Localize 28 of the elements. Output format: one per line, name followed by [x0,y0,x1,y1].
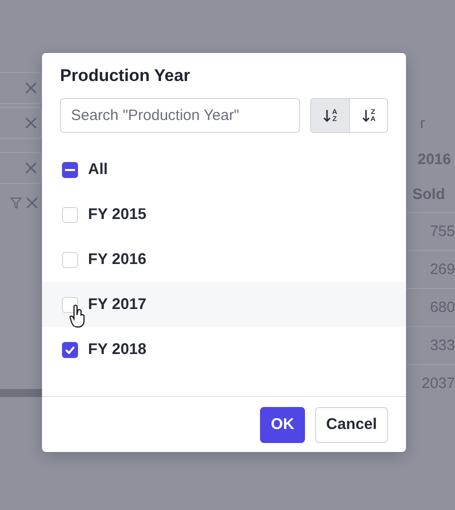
option-label: FY 2018 [88,340,146,358]
ok-button[interactable]: OK [260,406,306,442]
cancel-button[interactable]: Cancel [315,406,388,442]
close-icon[interactable] [25,82,37,94]
minus-icon [65,168,75,170]
option-label: All [88,160,108,178]
close-icon[interactable] [25,117,37,129]
option-row[interactable]: FY 2015 [42,192,406,237]
checkbox[interactable] [62,252,78,268]
option-row[interactable]: FY 2017 [42,282,406,327]
down-arrow-icon [362,108,370,122]
check-icon [65,346,75,354]
close-icon[interactable] [25,162,37,174]
close-icon[interactable] [26,197,38,209]
hand-cursor-icon [69,304,87,328]
scrollbar[interactable] [0,389,42,397]
option-label: FY 2015 [88,206,146,224]
dialog-title: Production Year [60,66,192,86]
option-row[interactable]: FY 2018 [42,327,406,372]
option-row[interactable]: FY 2016 [42,237,406,282]
search-field[interactable]: Search "Production Year" [60,98,300,133]
filter-icon[interactable] [10,197,22,209]
down-arrow-icon [323,108,332,122]
checkbox[interactable] [62,206,78,222]
option-label: FY 2017 [88,296,146,314]
option-label: FY 2016 [88,250,146,268]
checkbox[interactable] [62,162,78,178]
checkbox[interactable] [62,342,78,358]
